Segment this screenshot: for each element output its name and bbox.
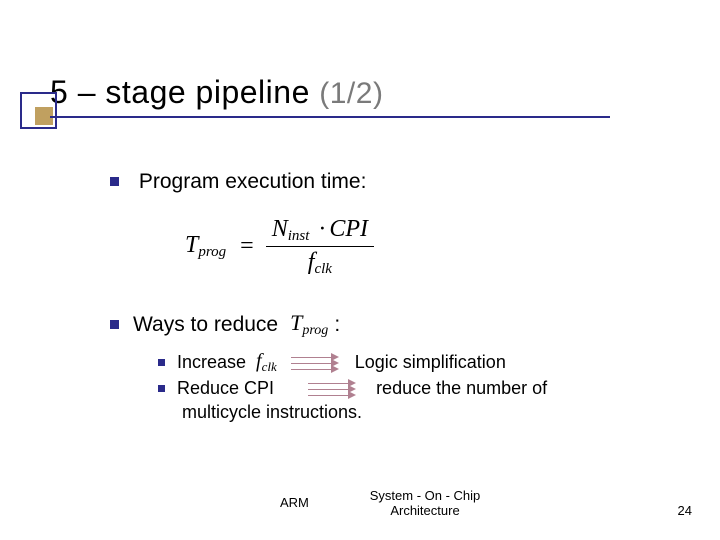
eq-T-sub: prog [198,244,226,260]
page-number: 24 [678,503,692,518]
eq-N-sub: inst [288,228,310,244]
sub2-line2: multicycle instructions. [182,402,362,422]
inline-tprog: Tprog [290,310,328,339]
subbullet-increase-fclk: Increase fclk Logic simplification [158,350,506,375]
bullet-marker-icon [110,320,119,329]
eq-sign: = [240,233,254,260]
eq-denominator: fclk [302,248,338,278]
footer-line2: Architecture [345,503,505,518]
eq-cpi: CPI [329,216,368,242]
inline-f-sub: clk [262,359,277,374]
inline-T: T [290,310,302,335]
footer-left: ARM [280,495,309,510]
equation-lhs: Tprog [185,232,226,261]
bullet-text: Program execution time: [139,170,367,193]
sub-text-pre: Increase [177,352,246,373]
footer-center: System - On - Chip Architecture [345,488,505,518]
slide: 5 – stage pipeline (1/2) Program executi… [0,0,720,540]
title-main: 5 – stage pipeline [50,74,310,110]
bullet-program-exec: Program execution time: [110,170,366,194]
sub-text-post: Logic simplification [355,352,506,373]
arrow-icon [304,379,362,399]
bullet-ways-reduce: Ways to reduce Tprog : [110,310,340,339]
bullet-marker-icon [158,385,165,392]
slide-title: 5 – stage pipeline (1/2) [50,74,383,111]
eq-dot: · [318,216,326,242]
eq-fraction: Ninst ·CPI fclk [266,215,374,278]
title-sub: (1/2) [319,77,383,110]
title-underline [50,116,610,118]
inline-fclk: fclk [256,350,277,375]
eq-N: N [272,216,288,242]
subbullet-reduce-cpi: Reduce CPI reduce the number of [158,378,547,399]
subbullet-reduce-cpi-cont: multicycle instructions. [182,402,362,423]
title-block: 5 – stage pipeline (1/2) [50,74,383,111]
arrow-icon [287,353,345,373]
bullet-marker-icon [110,177,119,186]
equation-tprog: Tprog = Ninst ·CPI fclk [185,215,374,278]
footer-line1: System - On - Chip [345,488,505,503]
bullet-text-prefix: Ways to reduce [133,313,278,337]
bullet-marker-icon [158,359,165,366]
bullet-text-suffix: : [334,313,340,337]
fraction-bar [266,246,374,247]
eq-T: T [185,232,198,258]
sub2-pre: Reduce CPI [177,378,274,399]
eq-numerator: Ninst ·CPI [266,215,374,245]
eq-f-sub: clk [314,261,331,277]
inline-T-sub: prog [302,323,328,338]
sub2-post: reduce the number of [376,378,547,399]
